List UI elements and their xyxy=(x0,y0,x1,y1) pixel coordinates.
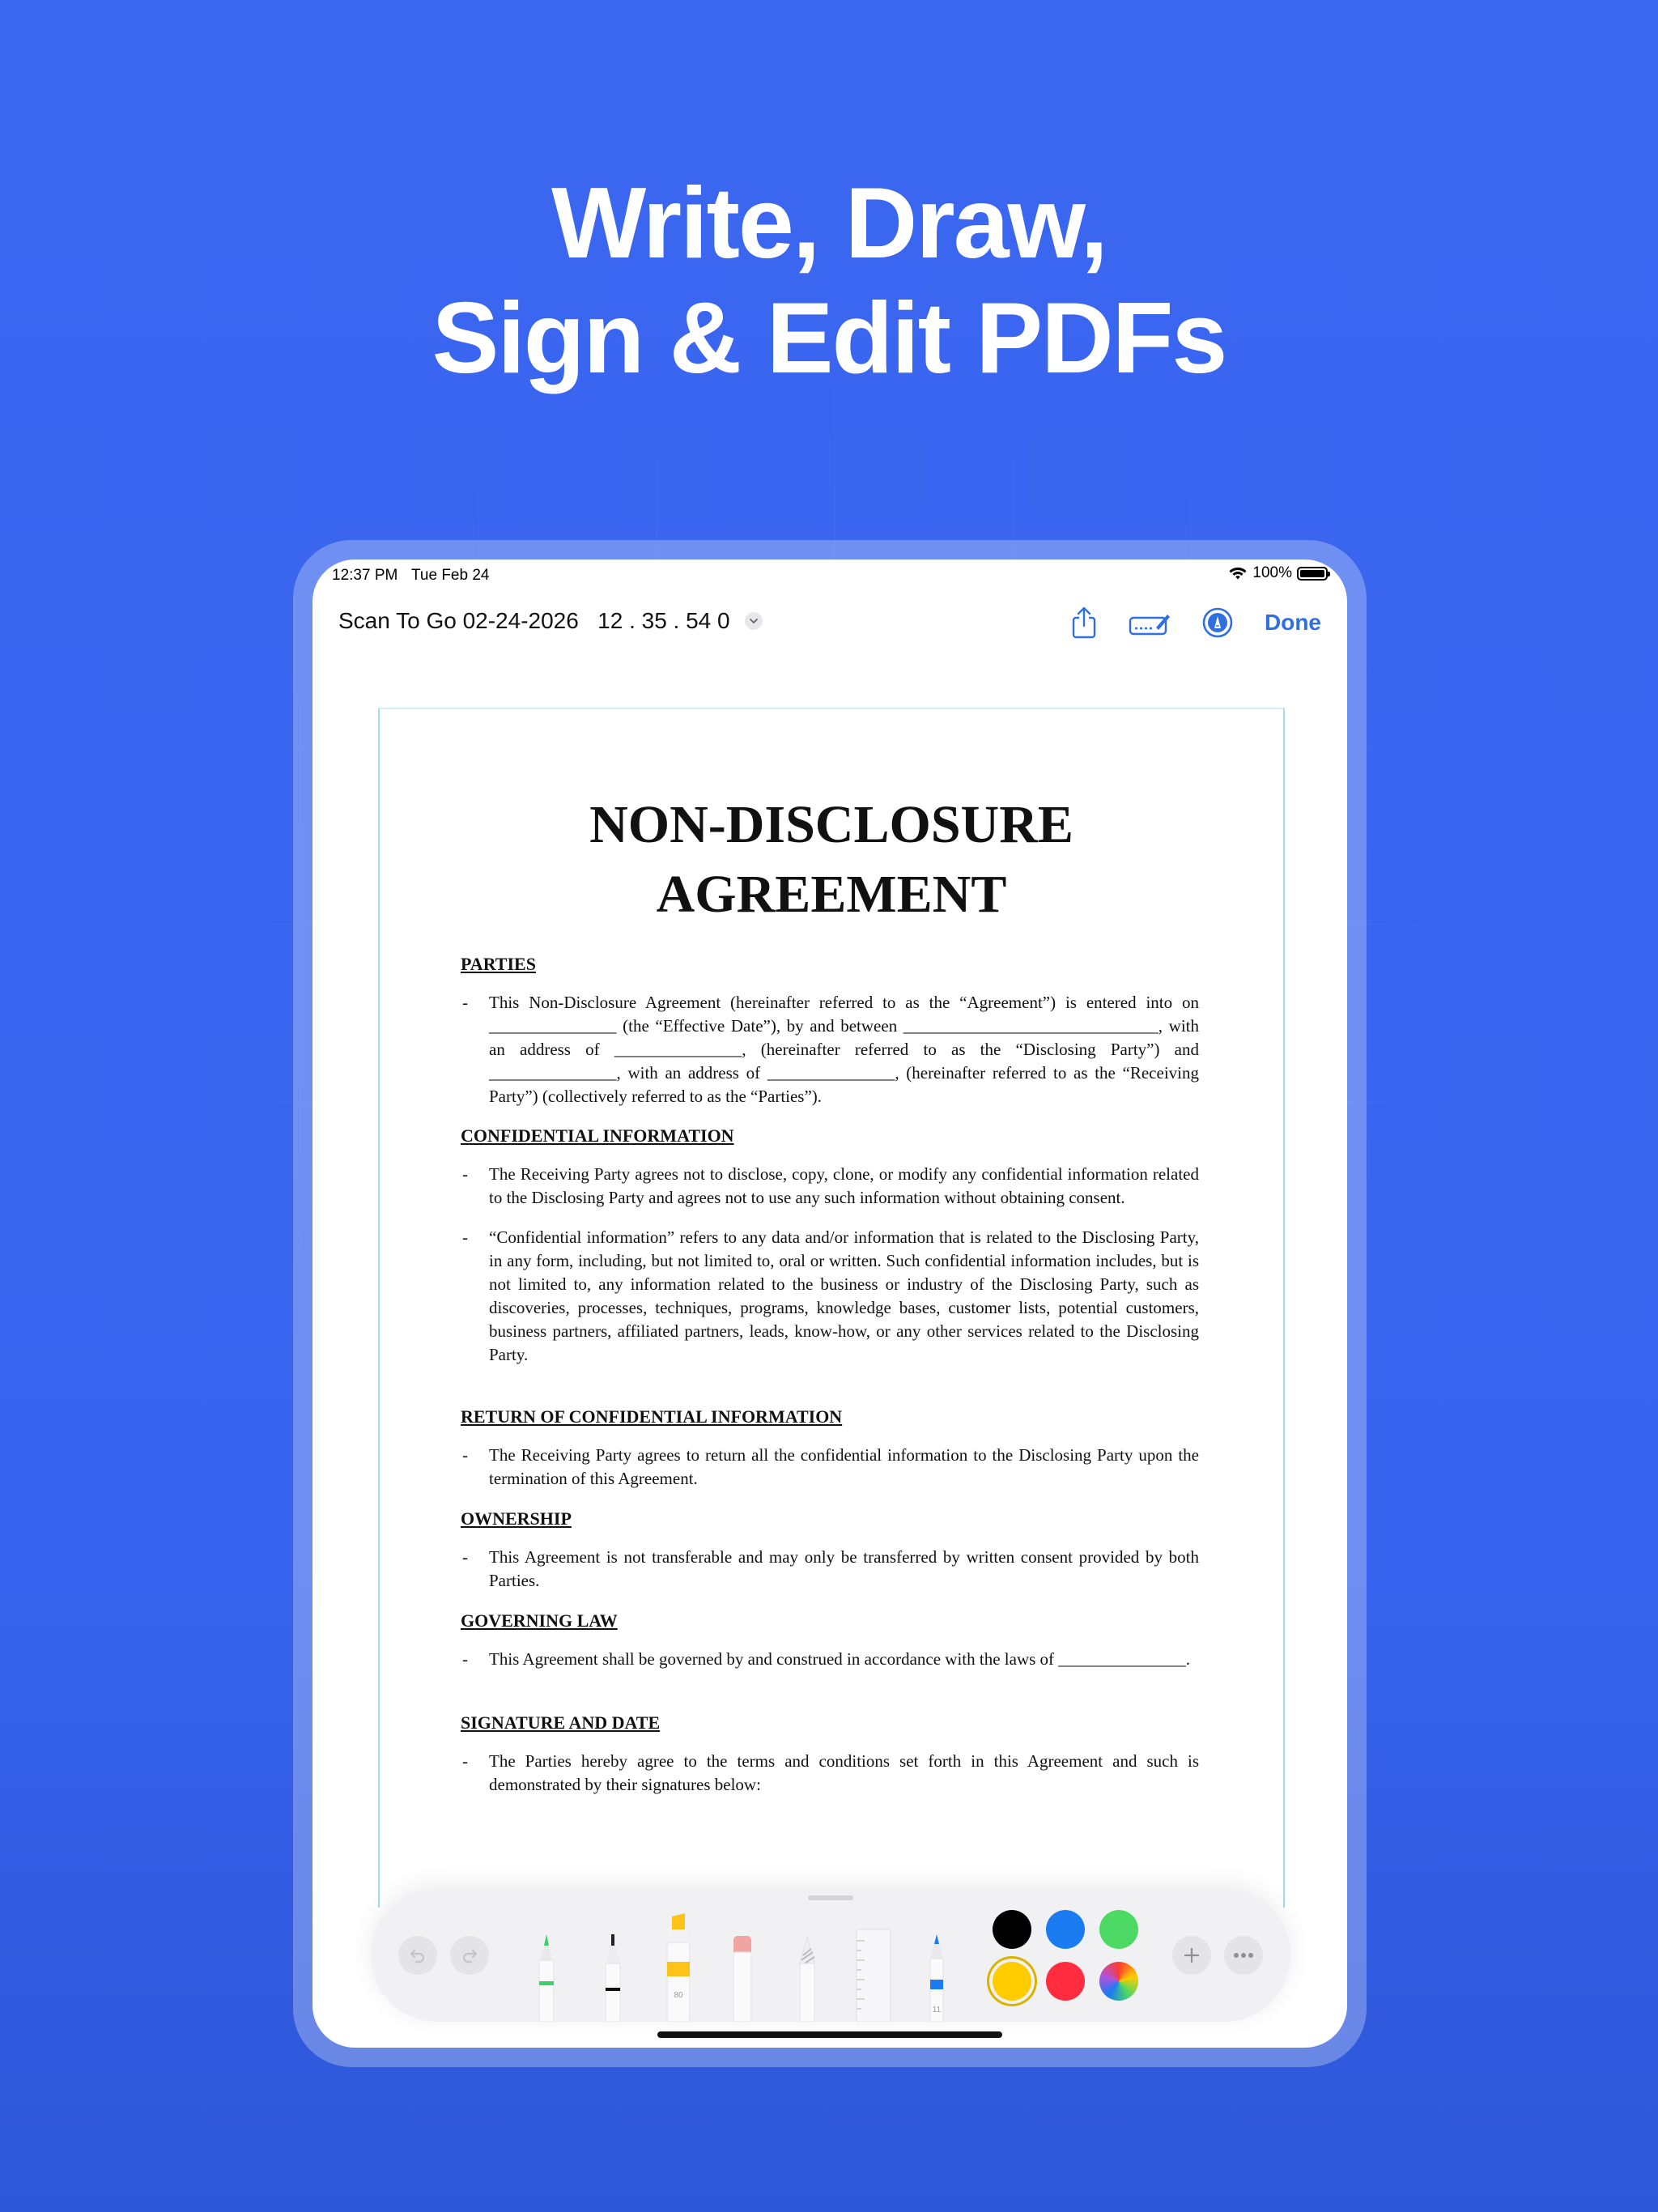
undo-button[interactable] xyxy=(398,1936,437,1975)
section-heading: OWNERSHIP xyxy=(461,1508,572,1529)
section-confidential-information: CONFIDENTIAL INFORMATION The Receiving P… xyxy=(461,1125,1199,1367)
section-heading: RETURN OF CONFIDENTIAL INFORMATION xyxy=(461,1406,843,1427)
section-heading: GOVERNING LAW xyxy=(461,1610,618,1631)
lasso-tool-icon[interactable] xyxy=(790,1931,824,2022)
section-parties: PARTIES This Non-Disclosure Agreement (h… xyxy=(461,954,1199,1108)
highlighter-size-label: 80 xyxy=(674,1991,683,2000)
color-black-swatch[interactable] xyxy=(993,1910,1031,1949)
monoline-tool-icon[interactable] xyxy=(596,1931,630,2022)
wifi-icon xyxy=(1229,567,1247,580)
share-icon[interactable] xyxy=(1070,606,1098,639)
document-heading: NON-DISCLOSURE AGREEMENT xyxy=(380,790,1283,929)
home-indicator xyxy=(657,2031,1002,2038)
color-blue-swatch[interactable] xyxy=(1046,1910,1085,1949)
pencil-tool-icon[interactable]: 11 xyxy=(920,1931,954,2022)
done-button[interactable]: Done xyxy=(1265,610,1321,636)
redo-icon xyxy=(462,1949,478,1963)
section-item: This Agreement shall be governed by and … xyxy=(461,1648,1199,1671)
signature-icon[interactable] xyxy=(1129,608,1171,637)
markup-pen-icon[interactable] xyxy=(1201,606,1234,639)
nav-actions: Done xyxy=(1070,606,1321,639)
undo-icon xyxy=(410,1949,425,1963)
ruler-tool-icon[interactable] xyxy=(853,1925,894,2022)
status-time: 12:37 PM xyxy=(332,567,398,584)
document-title-menu[interactable]: Scan To Go 02-24-2026 12 . 35 . 54 0 xyxy=(338,608,763,634)
section-item: The Receiving Party agrees not to disclo… xyxy=(461,1163,1199,1210)
markup-toolbar: 80 11 xyxy=(371,1889,1290,2022)
headline: Write, Draw, Sign & Edit PDFs xyxy=(0,166,1658,396)
add-button[interactable] xyxy=(1172,1936,1211,1975)
section-heading: PARTIES xyxy=(461,954,536,974)
pencil-size-label: 11 xyxy=(933,2006,942,2014)
section-ownership: OWNERSHIP This Agreement is not transfer… xyxy=(461,1508,1199,1593)
section-item: The Receiving Party agrees to return all… xyxy=(461,1444,1199,1491)
section-return-of-confidential-information: RETURN OF CONFIDENTIAL INFORMATION The R… xyxy=(461,1406,1199,1491)
highlighter-tool-icon[interactable]: 80 xyxy=(661,1913,696,2022)
pdf-page[interactable]: NON-DISCLOSURE AGREEMENT PARTIES This No… xyxy=(378,708,1285,1908)
section-item: This Non-Disclosure Agreement (hereinaft… xyxy=(461,991,1199,1108)
battery-icon xyxy=(1297,566,1330,581)
document-title: Scan To Go 02-24-2026 12 . 35 . 54 0 xyxy=(338,608,730,633)
chevron-down-icon[interactable] xyxy=(744,612,763,630)
pen-tool-icon[interactable] xyxy=(529,1931,563,2022)
section-signature-and-date: SIGNATURE AND DATE The Parties hereby ag… xyxy=(461,1712,1199,1797)
headline-line-2: Sign & Edit PDFs xyxy=(432,283,1228,394)
plus-icon xyxy=(1184,1947,1200,1963)
nav-bar: Scan To Go 02-24-2026 12 . 35 . 54 0 Don… xyxy=(312,592,1347,657)
color-green-swatch[interactable] xyxy=(1099,1910,1138,1949)
document-heading-line-2: AGREEMENT xyxy=(656,865,1007,924)
section-item: This Agreement is not transferable and m… xyxy=(461,1546,1199,1593)
tablet-screen: 12:37 PM Tue Feb 24 100% Scan To Go 02-2… xyxy=(312,559,1347,2048)
toolbar-grabber[interactable] xyxy=(808,1895,853,1900)
status-right: 100% xyxy=(1228,564,1330,582)
color-picker-wheel[interactable] xyxy=(1099,1962,1138,2001)
document-heading-line-1: NON-DISCLOSURE xyxy=(589,795,1073,854)
status-bar: 12:37 PM Tue Feb 24 100% xyxy=(312,559,1347,592)
more-button[interactable] xyxy=(1224,1936,1263,1975)
color-red-swatch[interactable] xyxy=(1046,1962,1085,2001)
eraser-tool-icon[interactable] xyxy=(725,1931,759,2022)
ellipsis-icon xyxy=(1234,1953,1253,1958)
section-heading: SIGNATURE AND DATE xyxy=(461,1712,661,1733)
headline-line-1: Write, Draw, xyxy=(551,168,1108,279)
section-item: “Confidential information” refers to any… xyxy=(461,1226,1199,1367)
status-date: Tue Feb 24 xyxy=(411,567,490,584)
battery-percent: 100% xyxy=(1252,564,1292,581)
section-heading: CONFIDENTIAL INFORMATION xyxy=(461,1125,734,1146)
section-item: The Parties hereby agree to the terms an… xyxy=(461,1750,1199,1797)
redo-button[interactable] xyxy=(450,1936,489,1975)
section-governing-law: GOVERNING LAW This Agreement shall be go… xyxy=(461,1610,1199,1671)
color-yellow-swatch[interactable] xyxy=(993,1962,1031,2001)
